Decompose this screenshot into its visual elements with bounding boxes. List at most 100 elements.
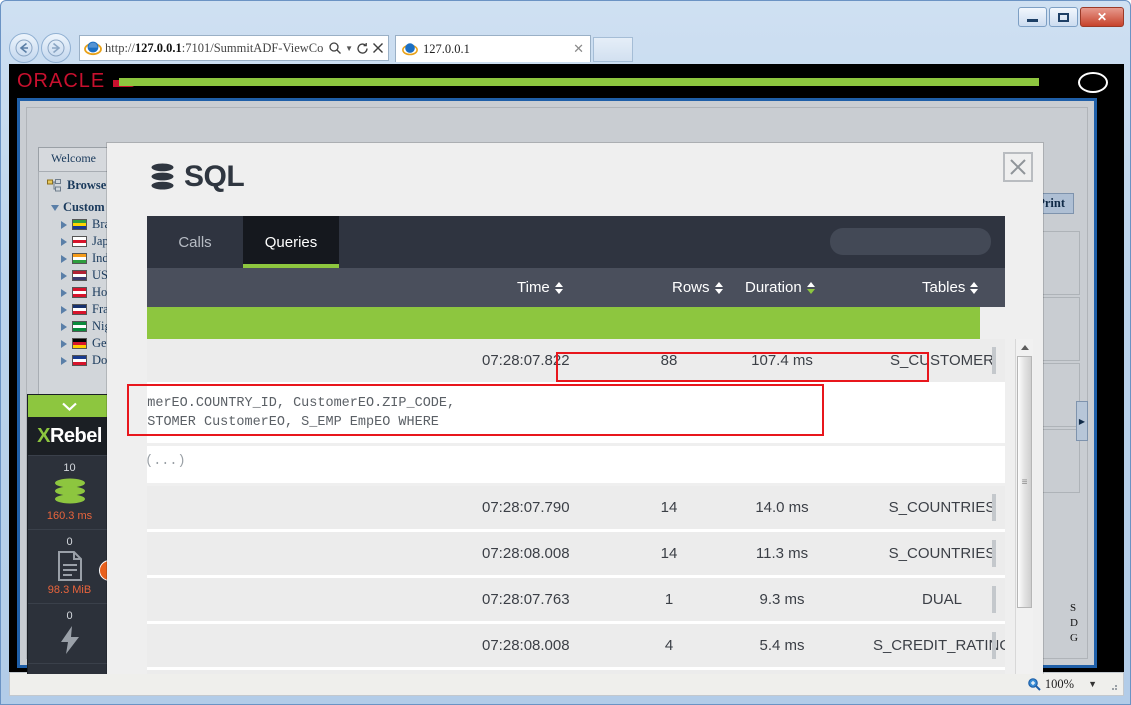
- maximize-icon: [1058, 12, 1069, 22]
- cell-duration: 11.3 ms: [755, 545, 809, 562]
- sql-modal-header: SQL: [107, 143, 1043, 210]
- scroll-up-button[interactable]: [1016, 339, 1033, 356]
- chevron-right-icon[interactable]: [61, 305, 67, 314]
- tab-strip: 127.0.0.1 ✕: [395, 35, 635, 62]
- column-header-tables[interactable]: Tables: [922, 279, 979, 296]
- cell-rows: 14: [660, 499, 678, 516]
- tab-queries[interactable]: Queries: [243, 216, 339, 268]
- column-header-tables-label: Tables: [922, 279, 966, 296]
- cell-tables: S_CREDIT_RATING: [872, 637, 1005, 654]
- database-icon: [151, 163, 174, 189]
- chevron-right-icon[interactable]: [61, 356, 67, 365]
- table-row[interactable]: 07:28:07.763 1 9.3 ms DUAL: [147, 578, 1005, 624]
- xrebel-dock: XRebel 10160.3 ms098.3 MiB!0: [27, 394, 120, 674]
- xrebel-collapse-button[interactable]: [28, 395, 111, 417]
- table-row[interactable]: 07:28:07.822 88 107.4 ms S_CUSTOMER: [147, 339, 1005, 385]
- title-bar: ✕: [1, 1, 1130, 29]
- xrebel-metric-cell[interactable]: [28, 663, 111, 674]
- magnifier-icon: [1028, 678, 1041, 691]
- navigation-bar: http://127.0.0.1:7101/SummitADF-ViewCo ▼…: [1, 31, 1130, 82]
- oracle-logo-text: ORACLE: [17, 70, 106, 92]
- flag-icon: [72, 321, 87, 332]
- xrebel-brand: X Rebel: [28, 417, 111, 455]
- row-marker: [992, 347, 996, 374]
- adf-tab-welcome[interactable]: Welcome: [38, 147, 110, 171]
- row-marker: [992, 632, 996, 659]
- browser-window: ✕ http://127.0.0.1:7101/SummitADF-ViewCo: [0, 0, 1131, 705]
- address-bar[interactable]: http://127.0.0.1:7101/SummitADF-ViewCo ▼: [79, 35, 389, 61]
- cell-time: 07:28:08.008: [482, 545, 570, 562]
- cell-tables: S_COUNTRIES: [888, 499, 996, 516]
- table-row[interactable]: 07:28:08.00825.4 msS_ORD: [147, 670, 1005, 674]
- cell-duration: 9.3 ms: [759, 591, 805, 608]
- chevron-right-icon[interactable]: [61, 322, 67, 331]
- xrebel-metric-cell[interactable]: 098.3 MiB!: [28, 529, 120, 603]
- row-marker: [992, 586, 996, 613]
- chevron-down-icon: [51, 204, 59, 211]
- ie-logo-icon: [402, 43, 418, 56]
- table-row[interactable]: 07:28:08.008 14 11.3 ms S_COUNTRIES: [147, 532, 1005, 578]
- cell-tables: S_CUSTOMER: [890, 352, 994, 369]
- xrebel-metric-cell[interactable]: 10 160.3 ms: [28, 455, 111, 529]
- search-input[interactable]: [830, 228, 991, 255]
- xrebel-metric-count: 0: [66, 536, 73, 548]
- sql-modal-title-text: SQL: [184, 160, 245, 193]
- cell-duration: 5.4 ms: [759, 637, 805, 654]
- sql-detail-truncated-text: y(...): [147, 454, 186, 469]
- column-header-time[interactable]: Time: [517, 279, 563, 296]
- lightning-icon: [58, 623, 82, 657]
- column-header-duration[interactable]: Duration: [745, 279, 815, 296]
- adf-column-letter: S: [1070, 602, 1077, 614]
- chevron-down-icon[interactable]: ▼: [345, 44, 353, 53]
- sort-icon: [970, 281, 979, 294]
- resize-grip-icon[interactable]: [1107, 680, 1119, 692]
- flag-icon: [72, 338, 87, 349]
- chevron-right-icon[interactable]: [61, 288, 67, 297]
- refresh-icon[interactable]: [356, 42, 369, 55]
- minimize-button[interactable]: [1018, 7, 1047, 27]
- vertical-scrollbar[interactable]: ≡: [1015, 339, 1033, 674]
- cell-duration: 14.0 ms: [755, 499, 809, 516]
- adf-browse-label: Browse: [67, 178, 107, 192]
- flag-icon: [72, 355, 87, 366]
- document-icon: [57, 549, 83, 583]
- chevron-right-icon[interactable]: [61, 339, 67, 348]
- flag-icon: [72, 287, 87, 298]
- sql-tabs-bar: Calls Queries: [147, 216, 1005, 268]
- table-row[interactable]: 07:28:07.790 14 14.0 ms S_COUNTRIES: [147, 486, 1005, 532]
- column-header-rows[interactable]: Rows: [672, 279, 723, 296]
- xrebel-metric-cell[interactable]: 0: [28, 603, 111, 663]
- search-icon[interactable]: [328, 41, 342, 55]
- chevron-down-icon[interactable]: ▼: [1078, 679, 1097, 689]
- cell-time: 07:28:07.763: [482, 591, 570, 608]
- forward-arrow-icon[interactable]: [41, 33, 71, 63]
- close-icon[interactable]: [1003, 152, 1033, 182]
- back-arrow-icon[interactable]: [9, 33, 39, 63]
- browser-tab[interactable]: 127.0.0.1 ✕: [395, 35, 591, 62]
- chevron-right-icon[interactable]: [61, 220, 67, 229]
- column-header-time-label: Time: [517, 279, 550, 296]
- stop-icon[interactable]: [372, 42, 384, 54]
- url-rest: :7101/SummitADF-ViewCo: [181, 40, 324, 55]
- flag-icon: [72, 253, 87, 264]
- zoom-level: 100%: [1044, 676, 1075, 691]
- close-window-button[interactable]: ✕: [1080, 7, 1124, 27]
- adf-splitter-handle[interactable]: ▶: [1076, 401, 1088, 441]
- close-icon: ✕: [1096, 10, 1108, 24]
- table-row[interactable]: 07:28:08.008 4 5.4 ms S_CREDIT_RATING: [147, 624, 1005, 670]
- cell-tables: S_COUNTRIES: [888, 545, 996, 562]
- tab-close-icon[interactable]: ✕: [569, 41, 584, 57]
- vertical-scrollbar-thumb[interactable]: ≡: [1017, 356, 1032, 608]
- screen: ✕ http://127.0.0.1:7101/SummitADF-ViewCo: [0, 0, 1131, 705]
- sort-icon: [554, 281, 563, 294]
- chevron-right-icon[interactable]: [61, 254, 67, 263]
- tab-calls[interactable]: Calls: [147, 216, 243, 268]
- chevron-right-icon[interactable]: [61, 237, 67, 246]
- row-marker: [992, 494, 996, 521]
- maximize-button[interactable]: [1049, 7, 1078, 27]
- xrebel-metrics: 10160.3 ms098.3 MiB!0: [28, 455, 120, 674]
- adf-node-label: Custom: [63, 200, 105, 214]
- sql-modal-title: SQL: [150, 160, 245, 194]
- new-tab-button[interactable]: [593, 37, 633, 62]
- chevron-right-icon[interactable]: [61, 271, 67, 280]
